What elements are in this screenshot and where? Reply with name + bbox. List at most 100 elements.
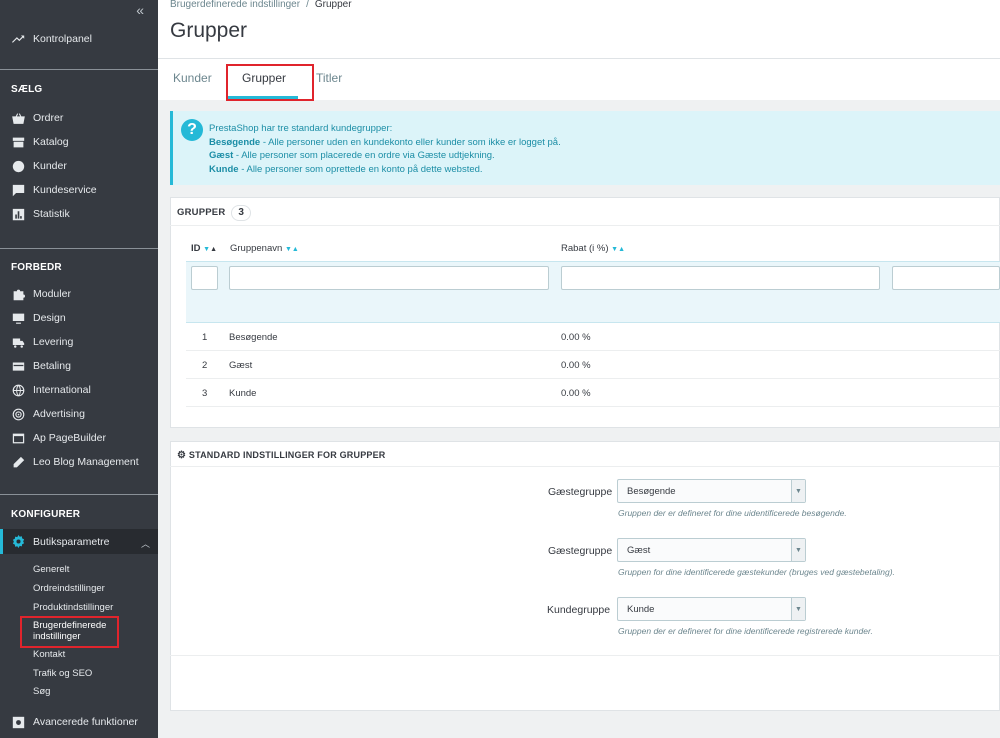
settings-panel-title: ⚙ STANDARD INDSTILLINGER FOR GRUPPER xyxy=(177,450,386,461)
cell-discount: 0.00 % xyxy=(561,388,591,399)
sidebar-item-label: Kontrolpanel xyxy=(33,33,92,45)
guest-group-select[interactable]: Gæst ▼ xyxy=(617,538,806,562)
pencil-icon xyxy=(11,455,25,469)
trending-up-icon xyxy=(11,32,25,46)
submenu-item-traffic-seo[interactable]: Trafik og SEO xyxy=(33,668,92,679)
cell-discount: 0.00 % xyxy=(561,332,591,343)
alert-term: Besøgende xyxy=(209,136,261,148)
groups-panel-title: GRUPPER 3 xyxy=(177,205,252,221)
submenu-item-general[interactable]: Generelt xyxy=(33,564,69,575)
filter-name-input[interactable] xyxy=(229,266,549,290)
cell-id: 3 xyxy=(202,388,208,399)
column-header-name[interactable]: Gruppenavn ▼▲ xyxy=(230,243,299,254)
sidebar-item-orders[interactable]: Ordrer xyxy=(0,106,158,130)
sidebar-item-label: Betaling xyxy=(33,360,71,372)
alert-desc: - Alle personer som oprettede en konto p… xyxy=(238,163,483,175)
sidebar-item-label: Moduler xyxy=(33,288,71,300)
submenu-item-order-settings[interactable]: Ordreindstillinger xyxy=(33,583,105,594)
globe-icon xyxy=(11,383,25,397)
sidebar-item-label: Levering xyxy=(33,336,74,348)
sidebar-item-label: Ap PageBuilder xyxy=(33,432,106,444)
user-circle-icon xyxy=(11,159,25,173)
filter-id-input[interactable] xyxy=(191,266,218,290)
sidebar-item-shop-parameters[interactable]: Butiksparametre xyxy=(0,529,158,554)
submenu-item-search[interactable]: Søg xyxy=(33,686,50,697)
table-row[interactable]: 3 Kunde 0.00 % xyxy=(186,379,1000,407)
alert-desc: - Alle personer som placerede en ordre v… xyxy=(233,150,495,161)
puzzle-icon xyxy=(11,287,25,301)
sidebar-item-payment[interactable]: Betaling xyxy=(0,354,158,378)
filter-discount-input[interactable] xyxy=(561,266,880,290)
collapse-sidebar-icon[interactable]: « xyxy=(136,2,144,18)
sidebar-item-label: Butiksparametre xyxy=(33,535,110,548)
page-title: Grupper xyxy=(170,19,248,42)
sort-icon[interactable]: ▼▲ xyxy=(285,246,299,253)
column-label: Gruppenavn xyxy=(230,243,283,254)
window-icon xyxy=(11,431,25,445)
sidebar-item-modules[interactable]: Moduler xyxy=(0,282,158,306)
visitor-group-select[interactable]: Besøgende ▼ xyxy=(617,479,806,503)
divider xyxy=(170,466,1000,467)
breadcrumb-parent[interactable]: Brugerdefinerede indstillinger xyxy=(170,0,300,10)
tab-titles[interactable]: Titler xyxy=(316,71,342,85)
divider xyxy=(0,248,158,249)
breadcrumb-separator: / xyxy=(306,0,309,10)
submenu-item-product-settings[interactable]: Produktindstillinger xyxy=(33,602,113,613)
truck-icon xyxy=(11,335,25,349)
credit-card-icon xyxy=(11,359,25,373)
chevron-up-icon[interactable]: ︿ xyxy=(141,537,150,550)
guest-group-label: Gæstegruppe xyxy=(548,545,613,557)
sidebar-item-customer-service[interactable]: Kundeservice xyxy=(0,178,158,202)
info-alert: ? PrestaShop har tre standard kundegrupp… xyxy=(170,111,1000,185)
sidebar-item-label: Statistik xyxy=(33,208,70,220)
sidebar: « Kontrolpanel SÆLG Ordrer Katalog Kunde… xyxy=(0,0,158,738)
help-text: Gruppen der er defineret for dine identi… xyxy=(618,626,873,636)
sort-icon[interactable]: ▼▲ xyxy=(203,246,217,253)
divider xyxy=(170,225,1000,226)
basket-icon xyxy=(11,111,25,125)
sidebar-item-dashboard[interactable]: Kontrolpanel xyxy=(0,27,158,51)
sidebar-item-shipping[interactable]: Levering xyxy=(0,330,158,354)
column-header-id[interactable]: ID ▼▲ xyxy=(191,243,217,254)
sidebar-item-international[interactable]: International xyxy=(0,378,158,402)
tab-customers[interactable]: Kunder xyxy=(173,71,212,85)
table-row[interactable]: 2 Gæst 0.00 % xyxy=(186,351,1000,379)
cell-id: 2 xyxy=(202,360,208,371)
sidebar-item-label: Leo Blog Management xyxy=(33,456,139,468)
sidebar-item-label: Design xyxy=(33,312,66,324)
sidebar-item-catalog[interactable]: Katalog xyxy=(0,130,158,154)
column-label: ID xyxy=(191,243,201,254)
sidebar-item-label: Katalog xyxy=(33,136,69,148)
cell-name: Kunde xyxy=(229,388,257,399)
customer-group-select[interactable]: Kunde ▼ xyxy=(617,597,806,621)
highlight-box xyxy=(20,616,119,648)
divider xyxy=(0,494,158,495)
sidebar-item-ap-pagebuilder[interactable]: Ap PageBuilder xyxy=(0,426,158,450)
chat-icon xyxy=(11,183,25,197)
count-badge: 3 xyxy=(231,205,252,221)
store-icon xyxy=(11,135,25,149)
cogs-icon: ⚙ xyxy=(177,450,187,461)
sidebar-item-stats[interactable]: Statistik xyxy=(0,202,158,226)
select-value: Kunde xyxy=(627,604,655,615)
breadcrumb-current: Grupper xyxy=(314,0,352,10)
sidebar-item-customers[interactable]: Kunder xyxy=(0,154,158,178)
customer-group-label: Kundegruppe xyxy=(547,604,611,616)
alert-term: Gæst xyxy=(209,150,234,161)
panel-title-text: STANDARD INDSTILLINGER FOR GRUPPER xyxy=(188,450,386,460)
section-heading-sell: SÆLG xyxy=(11,84,43,95)
submenu-item-contact[interactable]: Kontakt xyxy=(33,649,65,660)
chevron-down-icon: ▼ xyxy=(791,598,805,620)
sort-icon[interactable]: ▼▲ xyxy=(611,246,625,253)
sidebar-item-label: Kundeservice xyxy=(33,184,97,196)
column-header-discount[interactable]: Rabat (i %) ▼▲ xyxy=(561,243,625,254)
help-text: Gruppen for dine identificerede gæstekun… xyxy=(618,567,895,577)
alert-desc: - Alle personer uden en kundekonto eller… xyxy=(260,136,561,148)
table-row[interactable]: 1 Besøgende 0.00 % xyxy=(186,323,1000,351)
sidebar-item-leo-blog[interactable]: Leo Blog Management xyxy=(0,450,158,474)
sidebar-item-design[interactable]: Design xyxy=(0,306,158,330)
sidebar-item-advertising[interactable]: Advertising xyxy=(0,402,158,426)
alert-intro: PrestaShop har tre standard kundegrupper… xyxy=(209,123,393,134)
sidebar-item-advanced[interactable]: Avancerede funktioner xyxy=(0,709,158,735)
filter-extra-input[interactable] xyxy=(892,266,1000,290)
